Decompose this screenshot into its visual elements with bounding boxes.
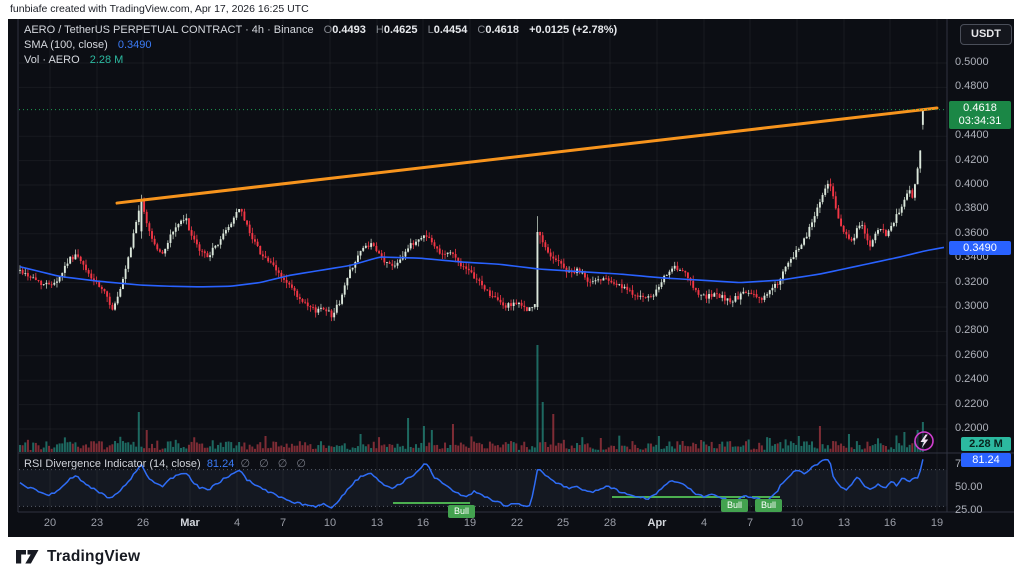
price-axis-label: 0.2600	[955, 349, 989, 361]
tradingview-logo[interactable]: TradingView	[16, 548, 140, 566]
time-axis-label: 16	[417, 517, 429, 529]
high-value: 0.4625	[384, 24, 418, 36]
time-axis[interactable]: 20 23 26 Mar 4 7 10 13 16 19 22 25 28 Apr 4 7 10 13 16 19	[8, 512, 1014, 537]
time-axis-label: 4	[234, 517, 240, 529]
price-axis-label: 0.3600	[955, 227, 989, 239]
bull-signal-badge: Bull	[755, 499, 782, 512]
price-axis-label: 0.4400	[955, 129, 989, 141]
open-label: O	[324, 24, 333, 36]
price-axis-label: 0.3000	[955, 300, 989, 312]
grid	[19, 19, 947, 512]
symbol-legend-row[interactable]: AERO / TetherUS PERPETUAL CONTRACT · 4h …	[24, 23, 617, 38]
volume-label: Vol · AERO	[24, 54, 80, 66]
volume-legend-row[interactable]: Vol · AERO 2.28 M	[24, 53, 617, 68]
last-price-badge: 0.4618 03:34:31	[949, 101, 1011, 129]
sma-legend-row[interactable]: SMA (100, close) 0.3490	[24, 38, 617, 53]
time-axis-label: 19	[464, 517, 476, 529]
price-axis-label: 0.4000	[955, 178, 989, 190]
rsi-flags: ∅ ∅ ∅ ∅	[240, 458, 309, 470]
bull-signal-badge: Bull	[448, 505, 475, 518]
time-axis-label: 16	[884, 517, 896, 529]
sma-label: SMA (100, close)	[24, 39, 108, 51]
time-axis-label: 13	[371, 517, 383, 529]
time-axis-label: 25	[557, 517, 569, 529]
boost-icon[interactable]	[915, 432, 933, 450]
tradingview-logo-text: TradingView	[47, 548, 140, 566]
last-price-value: 0.4618	[949, 102, 1011, 115]
creator-note: funbiafe created with TradingView.com, A…	[0, 0, 1024, 19]
sma-value: 0.3490	[118, 39, 152, 51]
price-axis-label: 0.2800	[955, 324, 989, 336]
time-axis-label: 23	[91, 517, 103, 529]
trendline[interactable]	[117, 108, 937, 203]
symbol-title: AERO / TetherUS PERPETUAL CONTRACT · 4h …	[24, 24, 314, 36]
time-axis-label: 28	[604, 517, 616, 529]
bull-signal-badge: Bull	[721, 499, 748, 512]
time-axis-label: 4	[701, 517, 707, 529]
price-axis-label: 0.2000	[955, 422, 989, 434]
time-axis-label: Apr	[648, 517, 667, 529]
chart-legend: AERO / TetherUS PERPETUAL CONTRACT · 4h …	[24, 23, 617, 68]
time-axis-label: 7	[280, 517, 286, 529]
chart-area[interactable]: AERO / TetherUS PERPETUAL CONTRACT · 4h …	[8, 19, 1014, 537]
rsi-label: RSI Divergence Indicator (14, close)	[24, 458, 201, 470]
low-value: 0.4454	[434, 24, 468, 36]
volume-value: 2.28 M	[90, 54, 124, 66]
sma-price-badge: 0.3490	[949, 241, 1011, 255]
time-axis-label: 10	[791, 517, 803, 529]
price-axis-label: 0.4800	[955, 80, 989, 92]
rsi-value: 81.24	[207, 458, 235, 470]
footer: TradingView	[0, 537, 1024, 580]
currency-toggle-button[interactable]: USDT	[960, 24, 1012, 45]
time-axis-label: 13	[838, 517, 850, 529]
price-axis-label: 0.2400	[955, 373, 989, 385]
rsi-indicator-legend[interactable]: RSI Divergence Indicator (14, close) 81.…	[24, 457, 309, 470]
time-axis-label: 7	[747, 517, 753, 529]
rsi-value-badge: 81.24	[961, 453, 1011, 467]
time-axis-label: 19	[931, 517, 943, 529]
close-value: 0.4618	[485, 24, 519, 36]
price-axis-label: 0.4200	[955, 154, 989, 166]
rsi-axis-label: 50.00	[955, 481, 983, 493]
time-axis-label: 22	[511, 517, 523, 529]
price-axis-label: 0.3200	[955, 276, 989, 288]
price-axis-label: 0.5000	[955, 56, 989, 68]
time-axis-label: Mar	[180, 517, 200, 529]
volume-badge: 2.28 M	[961, 437, 1011, 451]
volume-series	[19, 345, 924, 452]
open-value: 0.4493	[332, 24, 366, 36]
time-axis-label: 20	[44, 517, 56, 529]
candlestick-series	[19, 109, 924, 321]
tradingview-logo-icon	[16, 548, 40, 566]
change-value: +0.0125 (+2.78%)	[529, 24, 617, 36]
rsi-pane	[19, 470, 947, 507]
price-axis[interactable]: 0.4618 03:34:31 0.3490 2.28 M 81.24 0.50…	[947, 19, 1014, 512]
tradingview-snapshot: funbiafe created with TradingView.com, A…	[0, 0, 1024, 580]
time-axis-label: 10	[324, 517, 336, 529]
price-axis-label: 0.3800	[955, 202, 989, 214]
bar-countdown: 03:34:31	[949, 115, 1011, 128]
high-label: H	[376, 24, 384, 36]
time-axis-label: 26	[137, 517, 149, 529]
price-axis-label: 0.2200	[955, 398, 989, 410]
